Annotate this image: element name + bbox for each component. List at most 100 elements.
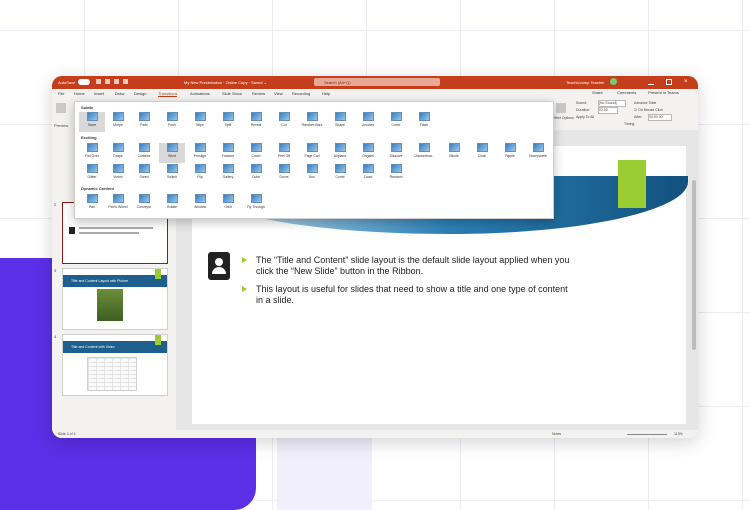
transition-window[interactable]: Window — [187, 194, 213, 214]
on-mouse-click-label: On Mouse Click — [638, 108, 663, 112]
transition-flip[interactable]: Flip — [187, 164, 213, 184]
duration-input[interactable]: 02.00 — [598, 107, 618, 114]
zoom-slider[interactable] — [627, 434, 667, 435]
share-button[interactable]: Share — [592, 90, 603, 95]
transition-switch[interactable]: Switch — [159, 164, 185, 184]
transition-origami[interactable]: Origami — [355, 143, 381, 163]
tab-file[interactable]: File — [58, 91, 64, 96]
customize-icon[interactable] — [123, 79, 128, 84]
tab-review[interactable]: Review — [252, 91, 265, 96]
transition-rotate[interactable]: Rotate — [159, 194, 185, 214]
save-icon[interactable] — [96, 79, 101, 84]
transition-page-curl[interactable]: Page Curl — [299, 143, 325, 163]
tab-slide-show[interactable]: Slide Show — [222, 91, 242, 96]
transition-curtains[interactable]: Curtains — [131, 143, 157, 163]
document-title[interactable]: My New Presentation · Online Copy · Save… — [184, 80, 267, 85]
tab-home[interactable]: Home — [74, 91, 85, 96]
sound-label: Sound: — [576, 101, 588, 105]
after-value: 00:00.00 — [649, 115, 663, 119]
transition-doors[interactable]: Doors — [271, 164, 297, 184]
transition-random-bars[interactable]: Random Bars — [299, 112, 325, 132]
apply-to-all-button[interactable]: Apply To All — [576, 115, 594, 119]
slide-thumbnail-3[interactable]: Title and Content Layout with Picture — [62, 268, 168, 330]
transition-reveal[interactable]: Reveal — [243, 112, 269, 132]
tab-recording[interactable]: Recording — [292, 91, 310, 96]
bullet-item[interactable]: The “Title and Content” slide layout is … — [242, 255, 572, 277]
zoom-level[interactable]: 113% — [674, 432, 683, 436]
transition-ferris-wheel[interactable]: Ferris Wheel — [105, 194, 131, 214]
transition-airplane[interactable]: Airplane — [327, 143, 353, 163]
transition-clock[interactable]: Clock — [469, 143, 495, 163]
transition-uncover[interactable]: Uncover — [355, 112, 381, 132]
transition-wipe[interactable]: Wipe — [187, 112, 213, 132]
transition-label: Comb — [335, 175, 345, 179]
bullet-item[interactable]: This layout is useful for slides that ne… — [242, 284, 572, 306]
transition-crush[interactable]: Crush — [243, 143, 269, 163]
transition-none[interactable]: None — [79, 112, 105, 132]
vertical-scrollbar[interactable] — [692, 180, 696, 350]
notes-button[interactable]: Notes — [552, 432, 561, 436]
tab-design[interactable]: Design — [134, 91, 146, 96]
transition-drape[interactable]: Drape — [105, 143, 131, 163]
transition-glitter[interactable]: Glitter — [79, 164, 105, 184]
transition-split[interactable]: Split — [215, 112, 241, 132]
duration-label: Duration: — [576, 108, 591, 112]
present-in-teams-button[interactable]: Present in Teams — [648, 90, 679, 95]
transition-blinds[interactable]: Blinds — [441, 143, 467, 163]
transitions-gallery: Subtle None Morph Fade Push Wipe Split R… — [74, 101, 554, 219]
maximize-icon[interactable] — [666, 79, 672, 85]
tab-draw[interactable]: Draw — [115, 91, 124, 96]
transition-box[interactable]: Box — [299, 164, 325, 184]
minimize-icon[interactable] — [648, 81, 654, 85]
transition-gallery[interactable]: Gallery — [215, 164, 241, 184]
slide-thumbnail-4[interactable]: Title and Content with Video — [62, 334, 168, 396]
transition-fracture[interactable]: Fracture — [215, 143, 241, 163]
transition-fall-over[interactable]: Fall Over — [79, 143, 105, 163]
tab-insert[interactable]: Insert — [94, 91, 104, 96]
search-box[interactable]: Search (Alt+Q) — [314, 78, 440, 86]
tab-help[interactable]: Help — [322, 91, 330, 96]
transition-comb[interactable]: Comb — [327, 164, 353, 184]
transition-cube[interactable]: Cube — [243, 164, 269, 184]
curtains-icon — [138, 143, 150, 152]
tab-transitions[interactable]: Transitions — [158, 91, 178, 97]
on-mouse-click-checkbox[interactable]: ☑ On Mouse Click — [634, 108, 663, 112]
tab-view[interactable]: View — [274, 91, 283, 96]
user-name[interactable]: TeachUcomp Teacher — [566, 80, 605, 85]
transition-wind[interactable]: Wind — [159, 143, 185, 163]
tab-animations[interactable]: Animations — [190, 91, 210, 96]
close-icon[interactable]: × — [684, 79, 690, 85]
transition-morph[interactable]: Morph — [105, 112, 131, 132]
transition-zoom[interactable]: Zoom — [355, 164, 381, 184]
comments-button[interactable]: Comments — [617, 90, 636, 95]
preview-icon[interactable] — [56, 103, 66, 113]
avatar[interactable] — [610, 78, 617, 85]
transition-cover[interactable]: Cover — [383, 112, 409, 132]
transition-shred[interactable]: Shred — [131, 164, 157, 184]
transition-shape[interactable]: Shape — [327, 112, 353, 132]
transition-prestige[interactable]: Prestige — [187, 143, 213, 163]
transition-flash[interactable]: Flash — [411, 112, 437, 132]
transition-random[interactable]: Random — [383, 164, 409, 184]
transition-ripple[interactable]: Ripple — [497, 143, 523, 163]
undo-icon[interactable] — [105, 79, 110, 84]
transition-fade[interactable]: Fade — [131, 112, 157, 132]
transition-cut[interactable]: Cut — [271, 112, 297, 132]
transition-honeycomb[interactable]: Honeycomb — [525, 143, 551, 163]
transition-vortex[interactable]: Vortex — [105, 164, 131, 184]
transition-pan[interactable]: Pan — [79, 194, 105, 214]
transition-checkerboard[interactable]: Checkerboa... — [411, 143, 437, 163]
transition-label: Box — [309, 175, 315, 179]
transition-conveyor[interactable]: Conveyor — [131, 194, 157, 214]
transition-dissolve[interactable]: Dissolve — [383, 143, 409, 163]
redo-icon[interactable] — [114, 79, 119, 84]
transition-push[interactable]: Push — [159, 112, 185, 132]
transition-peel-off[interactable]: Peel Off — [271, 143, 297, 163]
transition-orbit[interactable]: Orbit — [215, 194, 241, 214]
autosave-toggle[interactable] — [78, 79, 90, 85]
title-bar: AutoSave My New Presentation · Online Co… — [52, 76, 698, 89]
after-input[interactable]: 00:00.00 — [648, 114, 672, 121]
effect-options-icon[interactable] — [556, 103, 566, 113]
sound-select[interactable]: [No Sound] — [598, 100, 626, 107]
transition-fly-through[interactable]: Fly Through — [243, 194, 269, 214]
